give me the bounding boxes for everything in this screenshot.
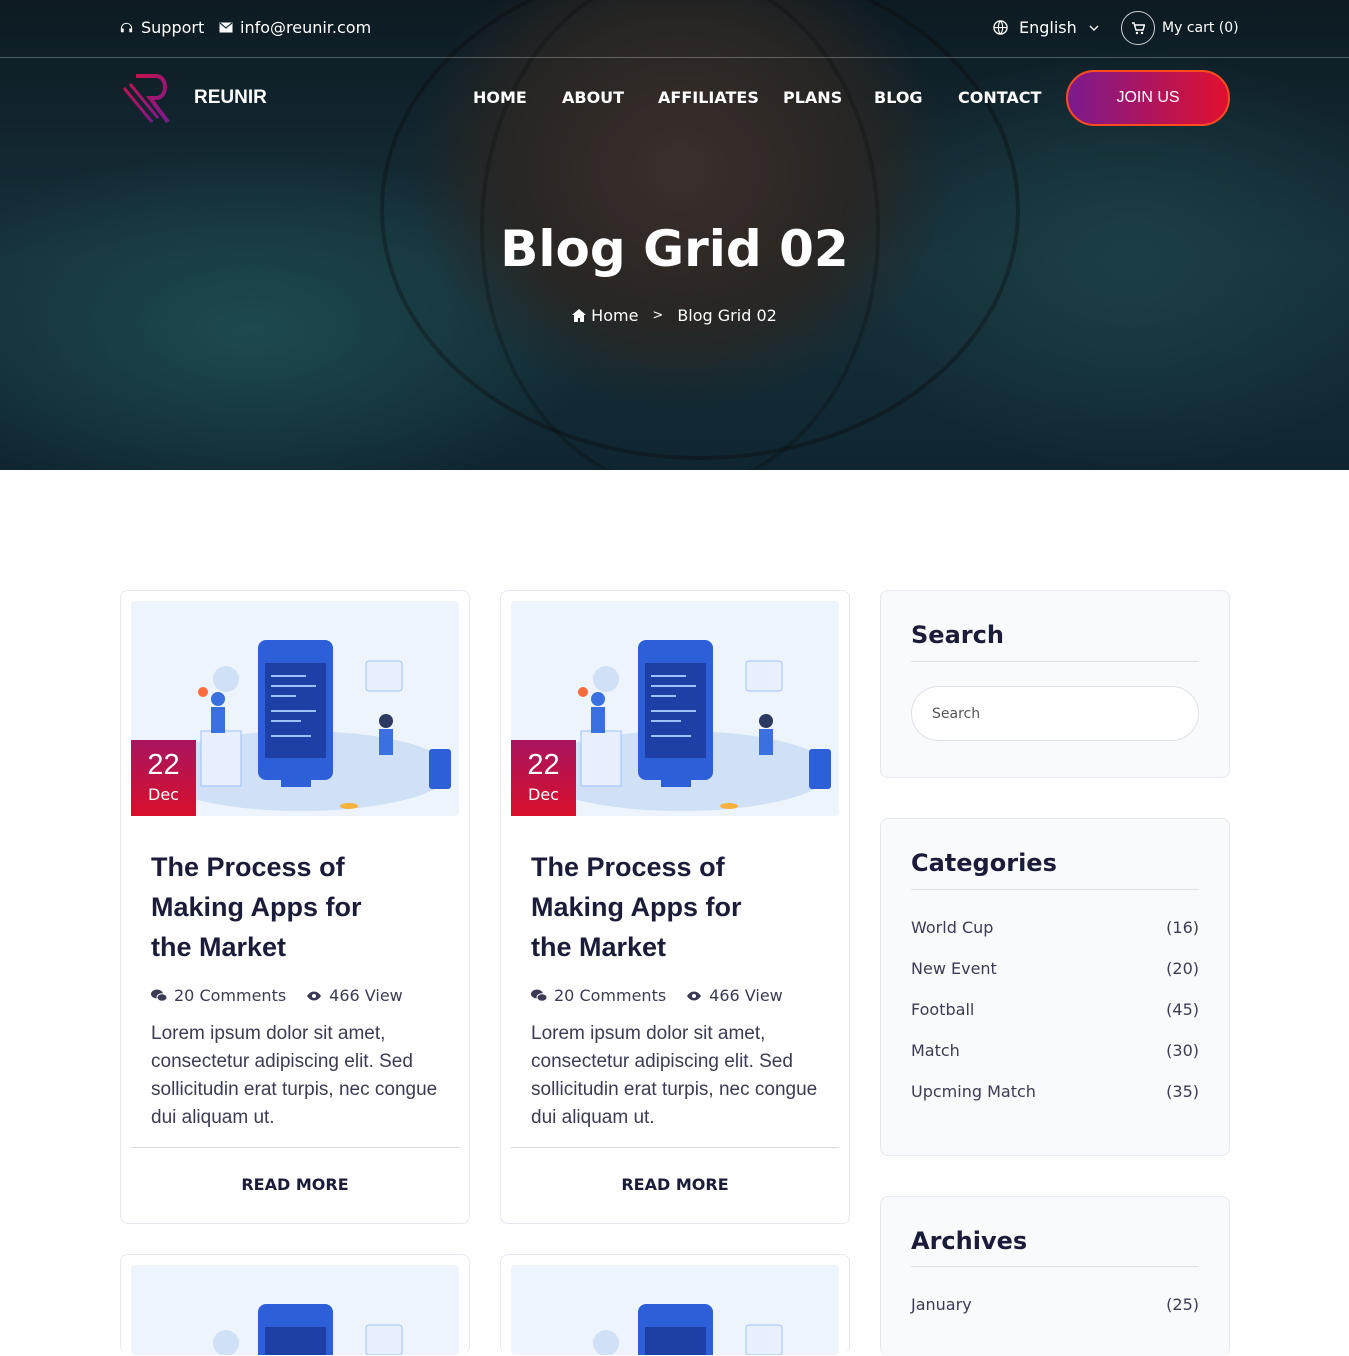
archive-count: (25) — [1166, 1295, 1199, 1314]
hero-banner: Support info@reunir.com English My cart … — [0, 0, 1349, 470]
cart-icon — [1121, 11, 1155, 45]
widget-divider — [911, 1266, 1199, 1267]
category-item[interactable]: Match (30) — [911, 1041, 1199, 1060]
support-label: Support — [141, 18, 205, 37]
post-title[interactable]: The Process of Making Apps for the Marke… — [151, 847, 391, 967]
support-link[interactable]: Support — [119, 18, 204, 37]
email-label: info@reunir.com — [240, 18, 372, 37]
post-date-badge: 22 Dec — [131, 740, 196, 816]
globe-icon — [993, 20, 1008, 35]
post-month: Dec — [528, 785, 559, 804]
search-widget: Search — [880, 590, 1230, 778]
search-input[interactable] — [911, 686, 1199, 741]
post-excerpt: Lorem ipsum dolor sit amet, consectetur … — [151, 1023, 438, 1128]
email-link[interactable]: info@reunir.com — [219, 18, 371, 37]
nav-home[interactable]: HOME — [473, 88, 527, 107]
comments-label: 20 Comments — [554, 986, 667, 1005]
blog-card — [500, 1254, 850, 1355]
blog-card: 22 Dec The Process of Making Apps for th… — [120, 590, 470, 1224]
post-date-badge: 22 Dec — [511, 740, 576, 816]
breadcrumb-home[interactable]: Home — [572, 306, 638, 325]
category-item[interactable]: World Cup (16) — [911, 918, 1199, 937]
post-thumbnail[interactable] — [131, 1265, 459, 1355]
top-bar: Support info@reunir.com English My cart … — [0, 0, 1349, 58]
category-count: (30) — [1166, 1041, 1199, 1060]
breadcrumb-home-label: Home — [591, 306, 639, 325]
comments-count: 20 Comments — [531, 986, 666, 1005]
breadcrumb-current: Blog Grid 02 — [677, 306, 777, 325]
language-selector[interactable]: English — [993, 18, 1100, 37]
views-count: 466 View — [306, 986, 403, 1005]
app-development-illustration — [213, 1304, 403, 1355]
post-month: Dec — [148, 785, 179, 804]
post-excerpt: Lorem ipsum dolor sit amet, consectetur … — [531, 1023, 818, 1128]
blog-card: 22 Dec The Process of Making Apps for th… — [500, 590, 850, 1224]
widget-divider — [911, 661, 1199, 662]
card-divider — [511, 1147, 839, 1148]
breadcrumb: Home > Blog Grid 02 — [0, 306, 1349, 325]
category-count: (16) — [1166, 918, 1199, 937]
read-more-link[interactable]: READ MORE — [121, 1175, 469, 1194]
post-meta: 20 Comments 466 View — [531, 986, 783, 1005]
nav-blog[interactable]: BLOG — [874, 88, 923, 107]
category-name: World Cup — [911, 918, 994, 937]
nav-plans[interactable]: PLANS — [783, 88, 842, 107]
comments-count: 20 Comments — [151, 986, 286, 1005]
archives-widget: Archives January (25) — [880, 1196, 1230, 1356]
cart-label: My cart (0) — [1162, 20, 1239, 36]
comments-label: 20 Comments — [174, 986, 287, 1005]
category-count: (35) — [1166, 1082, 1199, 1101]
widget-divider — [911, 889, 1199, 890]
join-us-button[interactable]: JOIN US — [1066, 70, 1230, 126]
category-name: New Event — [911, 959, 997, 978]
category-item[interactable]: Upcming Match (35) — [911, 1082, 1199, 1101]
nav-about[interactable]: ABOUT — [562, 88, 624, 107]
blog-card — [120, 1254, 470, 1355]
chevron-down-icon — [1089, 25, 1099, 31]
search-widget-title: Search — [911, 621, 1004, 649]
category-count: (45) — [1166, 1000, 1199, 1019]
cart-link[interactable]: My cart (0) — [1121, 11, 1239, 45]
post-day: 22 — [147, 749, 180, 781]
archive-name: January — [911, 1295, 972, 1314]
app-development-illustration — [593, 1304, 783, 1355]
headset-icon — [120, 22, 133, 33]
category-count: (20) — [1166, 959, 1199, 978]
views-label: 466 View — [709, 986, 783, 1005]
language-label: English — [1019, 18, 1077, 37]
brand-logo[interactable]: REUNIR — [122, 72, 267, 124]
post-day: 22 — [527, 749, 560, 781]
views-label: 466 View — [329, 986, 403, 1005]
brand-name: REUNIR — [194, 87, 267, 108]
eye-icon — [307, 991, 322, 1000]
home-icon — [572, 309, 587, 322]
category-name: Match — [911, 1041, 960, 1060]
category-name: Football — [911, 1000, 975, 1019]
nav-affiliates[interactable]: AFFILIATES — [658, 88, 759, 107]
post-meta: 20 Comments 466 View — [151, 986, 403, 1005]
comments-icon — [151, 989, 167, 1002]
post-title[interactable]: The Process of Making Apps for the Marke… — [531, 847, 771, 967]
categories-title: Categories — [911, 849, 1057, 877]
reunir-logo-icon — [122, 74, 170, 124]
category-item[interactable]: New Event (20) — [911, 959, 1199, 978]
eye-icon — [687, 991, 702, 1000]
archive-item[interactable]: January (25) — [911, 1295, 1199, 1314]
comments-icon — [531, 989, 547, 1002]
mail-icon — [219, 22, 233, 33]
page-title: Blog Grid 02 — [500, 220, 849, 278]
breadcrumb-separator: > — [652, 308, 664, 323]
archives-title: Archives — [911, 1227, 1028, 1255]
nav-contact[interactable]: CONTACT — [958, 88, 1041, 107]
categories-widget: Categories World Cup (16) New Event (20) F… — [880, 818, 1230, 1156]
category-item[interactable]: Football (45) — [911, 1000, 1199, 1019]
views-count: 466 View — [686, 986, 783, 1005]
read-more-link[interactable]: READ MORE — [501, 1175, 849, 1194]
card-divider — [131, 1147, 459, 1148]
post-thumbnail[interactable] — [511, 1265, 839, 1355]
category-name: Upcming Match — [911, 1082, 1036, 1101]
